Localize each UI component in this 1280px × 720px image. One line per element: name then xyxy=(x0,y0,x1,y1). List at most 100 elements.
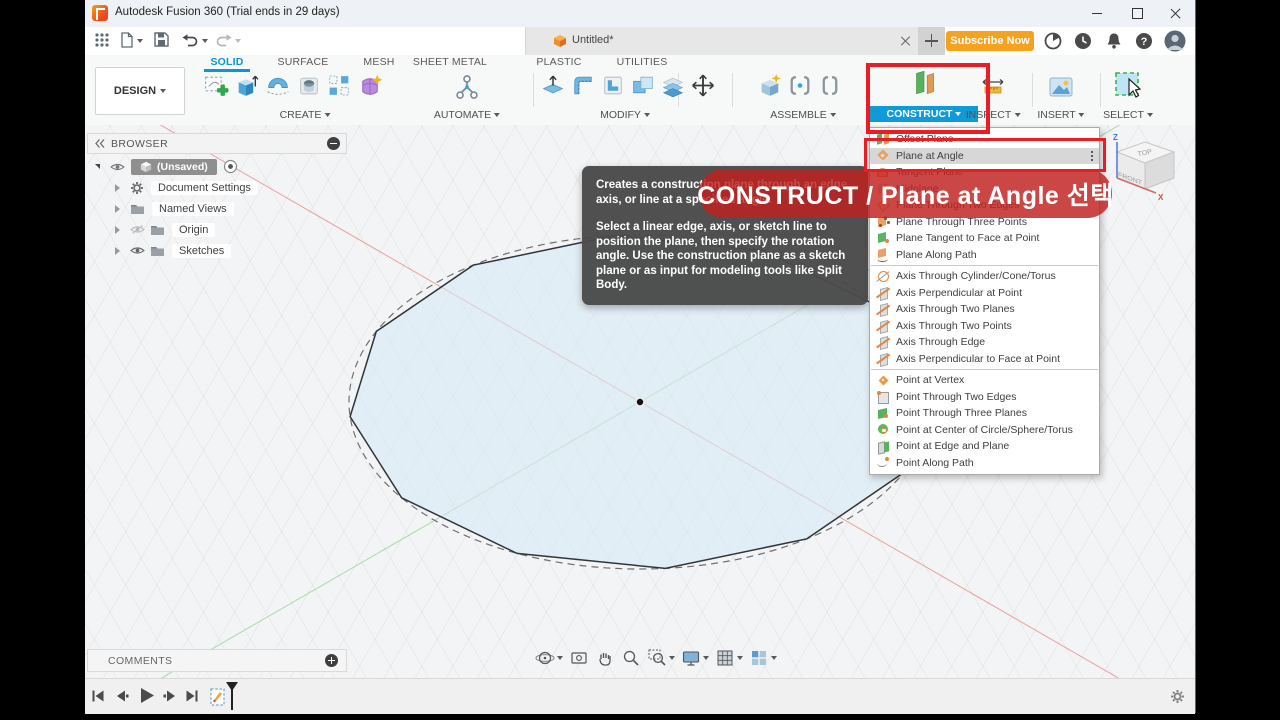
redo-caret-icon[interactable] xyxy=(235,39,241,43)
collapsed-triangle-icon[interactable] xyxy=(115,246,120,255)
fit-button[interactable] xyxy=(647,648,675,668)
hole-icon[interactable] xyxy=(296,72,323,99)
subscribe-button[interactable]: Subscribe Now xyxy=(946,31,1034,51)
menu-item-point-through-three-planes[interactable]: Point Through Three Planes xyxy=(870,405,1099,422)
tab-close-icon[interactable] xyxy=(900,35,911,46)
group-select[interactable]: SELECT xyxy=(1103,109,1153,121)
notification-bell-icon[interactable] xyxy=(1104,31,1124,51)
group-modify[interactable]: MODIFY xyxy=(600,109,650,121)
design-menu-button[interactable]: DESIGN xyxy=(95,67,185,115)
tab-plastic[interactable]: PLASTIC xyxy=(536,56,581,68)
tab-utilities[interactable]: UTILITIES xyxy=(617,56,668,68)
browser-item-document-settings[interactable]: Document Settings xyxy=(115,178,258,197)
file-menu-icon[interactable] xyxy=(119,31,135,49)
pattern-icon[interactable] xyxy=(326,72,353,99)
collapse-panel-icon[interactable] xyxy=(95,139,105,148)
zoom-icon[interactable] xyxy=(621,648,641,668)
menu-item-point-through-two-edges[interactable]: Point Through Two Edges xyxy=(870,389,1099,406)
insert-image-icon[interactable] xyxy=(1046,72,1076,102)
combine-icon[interactable] xyxy=(630,72,657,99)
collapsed-triangle-icon[interactable] xyxy=(115,183,120,192)
timeline-play-button[interactable] xyxy=(139,687,155,704)
menu-item-plane-tangent-to-face-at-point[interactable]: Plane Tangent to Face at Point xyxy=(870,230,1099,247)
menu-item-point-at-edge-and-plane[interactable]: Point at Edge and Plane xyxy=(870,438,1099,455)
split-body-icon[interactable] xyxy=(660,72,687,99)
comments-panel[interactable]: COMMENTS xyxy=(87,649,347,672)
app-grid-icon[interactable] xyxy=(93,31,111,49)
new-component-icon[interactable] xyxy=(757,72,784,99)
model-viewport[interactable]: BROWSER (Unsaved) Document Settings Name… xyxy=(85,125,1195,678)
as-built-joint-icon[interactable] xyxy=(817,72,844,99)
expand-triangle-icon[interactable] xyxy=(95,164,100,169)
timeline-settings-gear-icon[interactable] xyxy=(1170,689,1185,704)
select-icon[interactable] xyxy=(1111,68,1145,102)
timeline-position-marker[interactable] xyxy=(226,682,238,710)
root-document-chip[interactable]: (Unsaved) xyxy=(131,158,217,175)
create-sketch-icon[interactable] xyxy=(203,72,230,99)
viewcube-right-label[interactable]: RIGHT xyxy=(1152,130,1175,131)
display-settings-button[interactable] xyxy=(681,648,709,668)
file-menu-caret-icon[interactable] xyxy=(137,39,143,43)
tab-mesh[interactable]: MESH xyxy=(363,56,394,68)
tab-sheet-metal[interactable]: SHEET METAL xyxy=(413,56,487,68)
grid-settings-button[interactable] xyxy=(715,648,743,668)
move-icon[interactable] xyxy=(690,72,717,99)
automate-icon[interactable] xyxy=(452,72,482,102)
timeline-step-forward-button[interactable] xyxy=(163,689,177,703)
browser-root-row[interactable]: (Unsaved) xyxy=(95,157,238,176)
press-pull-icon[interactable] xyxy=(540,72,567,99)
timeline-skip-end-button[interactable] xyxy=(185,689,199,703)
view-cube[interactable]: TOP FRONT RIGHT Z X xyxy=(1100,130,1192,218)
undo-icon[interactable] xyxy=(181,31,199,48)
new-tab-button[interactable] xyxy=(918,27,945,55)
shell-icon[interactable] xyxy=(600,72,627,99)
save-icon[interactable] xyxy=(153,31,170,48)
close-button[interactable] xyxy=(1155,0,1195,26)
tab-solid[interactable]: SOLID xyxy=(210,56,243,68)
revolve-icon[interactable] xyxy=(265,72,292,99)
menu-item-axis-perpendicular-to-face[interactable]: Axis Perpendicular to Face at Point xyxy=(870,351,1099,368)
browser-collapse-icon[interactable] xyxy=(327,137,340,150)
menu-item-point-at-vertex[interactable]: Point at Vertex xyxy=(870,372,1099,389)
menu-item-axis-through-two-planes[interactable]: Axis Through Two Planes xyxy=(870,301,1099,318)
menu-item-axis-through-cylinder[interactable]: Axis Through Cylinder/Cone/Torus xyxy=(870,268,1099,285)
group-create[interactable]: CREATE xyxy=(280,109,331,121)
group-insert[interactable]: INSERT xyxy=(1037,109,1085,121)
browser-item-origin[interactable]: Origin xyxy=(115,220,216,239)
joint-icon[interactable] xyxy=(787,72,814,99)
menu-item-axis-perpendicular-at-point[interactable]: Axis Perpendicular at Point xyxy=(870,285,1099,302)
redo-icon[interactable] xyxy=(215,31,233,48)
timeline-step-back-button[interactable] xyxy=(115,689,129,703)
viewports-button[interactable] xyxy=(749,648,777,668)
origin-point[interactable] xyxy=(634,396,646,408)
tab-surface[interactable]: SURFACE xyxy=(278,56,329,68)
maximize-button[interactable] xyxy=(1117,0,1157,26)
collapsed-triangle-icon[interactable] xyxy=(115,204,120,213)
browser-header[interactable]: BROWSER xyxy=(87,133,347,154)
fillet-icon[interactable] xyxy=(570,72,597,99)
browser-item-sketches[interactable]: Sketches xyxy=(115,241,232,260)
orbit-button[interactable] xyxy=(535,648,563,668)
help-icon[interactable]: ? xyxy=(1134,31,1154,51)
look-at-icon[interactable] xyxy=(569,648,589,668)
timeline-skip-start-button[interactable] xyxy=(91,689,105,703)
user-avatar[interactable] xyxy=(1164,30,1186,52)
menu-item-point-at-center[interactable]: Point at Center of Circle/Sphere/Torus xyxy=(870,422,1099,439)
visibility-eye-icon[interactable] xyxy=(130,245,145,256)
document-tab[interactable]: Untitled* xyxy=(526,27,919,55)
create-form-icon[interactable] xyxy=(357,72,384,99)
group-automate[interactable]: AUTOMATE xyxy=(434,109,501,121)
add-comment-icon[interactable] xyxy=(325,654,338,667)
job-status-icon[interactable] xyxy=(1043,31,1063,51)
minimize-button[interactable] xyxy=(1077,0,1117,26)
visibility-off-eye-icon[interactable] xyxy=(130,224,145,235)
menu-item-plane-along-path[interactable]: Plane Along Path xyxy=(870,247,1099,264)
menu-item-axis-through-edge[interactable]: Axis Through Edge xyxy=(870,334,1099,351)
timeline-sketch-feature[interactable] xyxy=(210,688,225,706)
browser-item-named-views[interactable]: Named Views xyxy=(115,199,234,218)
visibility-eye-icon[interactable] xyxy=(110,162,125,172)
activate-radio-icon[interactable] xyxy=(223,159,238,174)
collapsed-triangle-icon[interactable] xyxy=(115,225,120,234)
menu-item-axis-through-two-points[interactable]: Axis Through Two Points xyxy=(870,318,1099,335)
history-clock-icon[interactable] xyxy=(1073,31,1093,51)
